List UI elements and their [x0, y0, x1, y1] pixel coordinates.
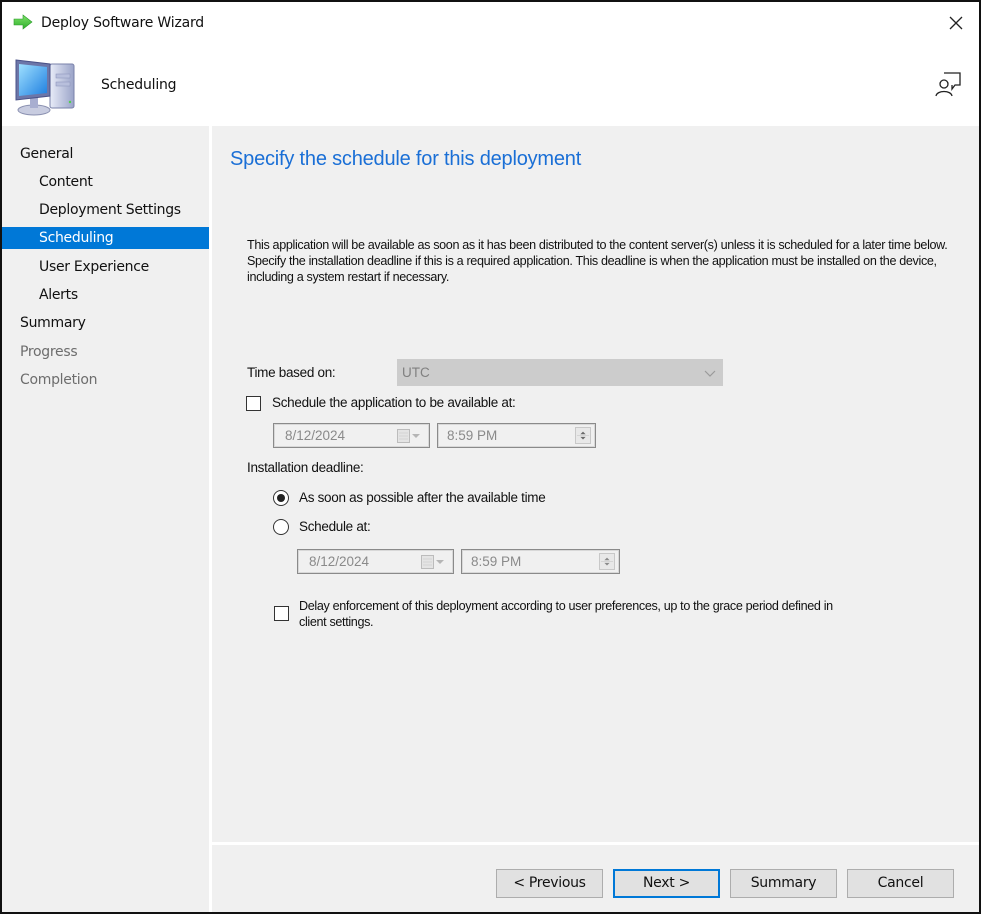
nav-item-progress: Progress — [20, 344, 78, 360]
deadline-time-picker: 8:59 PM — [461, 549, 620, 574]
nav-item-alerts[interactable]: Alerts — [2, 284, 209, 306]
cancel-button[interactable]: Cancel — [847, 869, 954, 898]
asap-label[interactable]: As soon as possible after the available … — [299, 490, 546, 505]
nav-item-deployment-settings[interactable]: Deployment Settings — [2, 199, 209, 221]
spin-up-down-icon — [599, 553, 615, 570]
nav-item-user-experience[interactable]: User Experience — [2, 256, 209, 278]
close-icon — [949, 16, 963, 30]
schedule-available-label[interactable]: Schedule the application to be available… — [272, 395, 516, 410]
nav-item-scheduling[interactable]: Scheduling — [2, 227, 209, 249]
available-time-picker: 8:59 PM — [437, 423, 596, 448]
title-bar: Deploy Software Wizard — [2, 2, 979, 44]
asap-radio[interactable] — [273, 490, 289, 506]
delay-enforcement-checkbox[interactable] — [274, 606, 289, 621]
computer-icon — [15, 59, 75, 116]
time-based-on-value: UTC — [402, 365, 430, 380]
close-button[interactable] — [941, 8, 971, 38]
nav-item-completion: Completion — [20, 372, 98, 388]
feedback-button[interactable] — [933, 69, 963, 99]
previous-button[interactable]: < Previous — [496, 869, 603, 898]
calendar-dropdown-icon — [397, 429, 420, 443]
nav-item-general[interactable]: General — [2, 143, 209, 165]
time-based-on-label: Time based on: — [247, 365, 336, 380]
deadline-time-value: 8:59 PM — [471, 554, 522, 569]
chevron-down-icon — [704, 370, 716, 377]
content-panel: Specify the schedule for this deployment… — [212, 126, 979, 842]
nav-item-content[interactable]: Content — [2, 171, 209, 193]
wizard-header: Scheduling — [2, 44, 979, 126]
feedback-icon — [935, 72, 961, 97]
green-arrow-icon — [13, 14, 33, 30]
schedule-available-checkbox[interactable] — [246, 396, 261, 411]
summary-button[interactable]: Summary — [730, 869, 837, 898]
wizard-footer: < Previous Next > Summary Cancel — [212, 845, 979, 912]
window-title: Deploy Software Wizard — [41, 15, 204, 31]
available-time-value: 8:59 PM — [447, 428, 498, 443]
available-date-picker: 8/12/2024 — [273, 423, 430, 448]
deadline-date-value: 8/12/2024 — [309, 554, 370, 569]
available-date-value: 8/12/2024 — [285, 428, 346, 443]
schedule-at-label[interactable]: Schedule at: — [299, 519, 371, 534]
delay-enforcement-label-line1: Delay enforcement of this deployment acc… — [299, 599, 833, 613]
section-heading: Specify the schedule for this deployment — [230, 148, 582, 170]
deadline-date-picker: 8/12/2024 — [297, 549, 454, 574]
schedule-at-radio[interactable] — [273, 519, 289, 535]
wizard-nav: General Content Deployment Settings Sche… — [2, 126, 209, 912]
nav-item-summary[interactable]: Summary — [2, 312, 209, 334]
time-based-on-select: UTC — [397, 359, 723, 386]
page-title: Scheduling — [101, 77, 177, 93]
installation-deadline-label: Installation deadline: — [247, 460, 364, 475]
deploy-software-wizard-window: Deploy Software Wizard Scheduling Genera… — [0, 0, 981, 914]
description-text: This application will be available as so… — [247, 238, 948, 284]
next-button[interactable]: Next > — [613, 869, 720, 898]
delay-enforcement-label-line2: client settings. — [299, 615, 374, 629]
spin-up-down-icon — [575, 427, 591, 444]
delay-enforcement-label[interactable]: Delay enforcement of this deployment acc… — [299, 598, 833, 630]
calendar-dropdown-icon — [421, 555, 444, 569]
